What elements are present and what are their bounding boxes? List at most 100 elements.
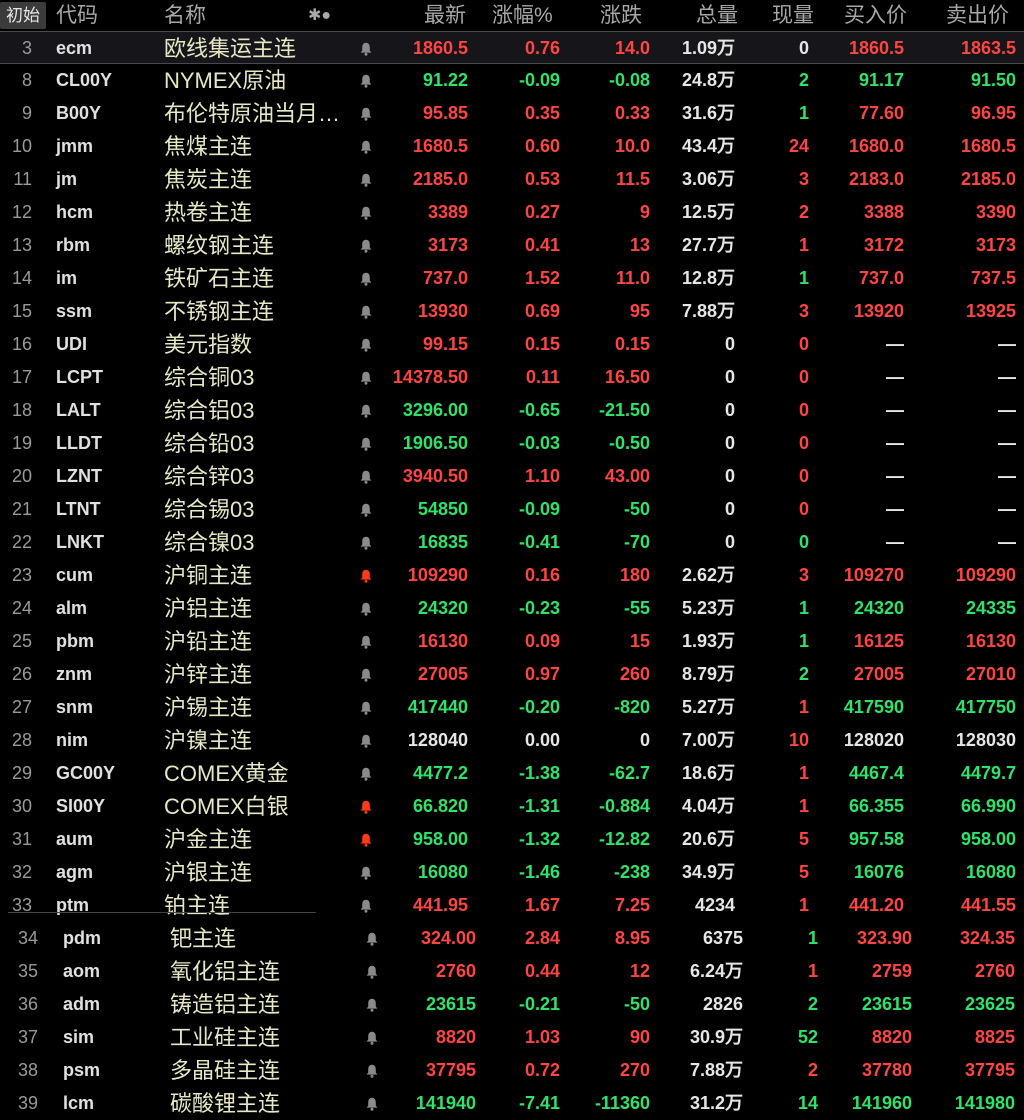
bell-icon[interactable] [360, 305, 372, 319]
bell-icon[interactable] [360, 206, 372, 220]
table-row[interactable]: 17 LCPT 综合铜03 14378.50 0.11 16.50 0 0 — — [0, 361, 1024, 394]
bell-icon[interactable] [360, 734, 372, 748]
bell-icon[interactable] [360, 866, 372, 880]
bell-icon[interactable] [360, 767, 372, 781]
header-bid[interactable]: 买入价 [844, 0, 907, 31]
table-row[interactable]: 18 LALT 综合铝03 3296.00 -0.65 -21.50 0 0 — — [0, 394, 1024, 427]
bell-icon[interactable] [360, 536, 372, 550]
bell-icon[interactable] [360, 404, 372, 418]
init-button[interactable]: 初始 [0, 2, 46, 29]
bell-icon[interactable] [360, 470, 372, 484]
bell-icon[interactable] [360, 701, 372, 715]
table-row[interactable]: 29 GC00Y COMEX黄金 4477.2 -1.38 -62.7 18.6万 1 4467… [0, 757, 1024, 790]
bell-icon[interactable] [366, 932, 378, 946]
table-row[interactable]: 20 LZNT 综合锌03 3940.50 1.10 43.00 0 0 — — [0, 460, 1024, 493]
header-name[interactable]: 名称 [164, 0, 206, 31]
cell-code: ssm [56, 301, 93, 321]
cell-cur: 52 [797, 1027, 818, 1047]
table-row[interactable]: 35 aom 氧化铝主连 2760 0.44 12 6.24万 1 2759 2760 [0, 955, 1024, 988]
table-row[interactable]: 11 jm 焦炭主连 2185.0 0.53 11.5 3.06万 3 2183.0 2185.0 [0, 163, 1024, 196]
bell-icon[interactable] [360, 239, 372, 253]
cell-cur: 3 [798, 301, 809, 321]
table-row[interactable]: 9 B00Y 布伦特原油当月… 95.85 0.35 0.33 31.6万 1 77.60 96.… [0, 97, 1024, 130]
table-row[interactable]: 15 ssm 不锈钢主连 13930 0.69 95 7.88万 3 13920 13925 [0, 295, 1024, 328]
table-row[interactable]: 39 lcm 碳酸锂主连 141940 -7.41 -11360 31.2万 14 141960… [0, 1087, 1024, 1120]
table-row[interactable]: 31 aum 沪金主连 958.00 -1.32 -12.82 20.6万 5 957.58 95… [0, 823, 1024, 856]
table-row[interactable]: 33 ptm 铂主连 441.95 1.67 7.25 4234 1 441.20 441.55 [0, 889, 1024, 922]
cell-pct: 0.15 [524, 334, 560, 354]
cell-vol: 0 [724, 433, 735, 453]
header-pct[interactable]: 涨幅% [492, 0, 553, 31]
bell-icon[interactable] [360, 107, 372, 121]
bell-icon[interactable] [360, 503, 372, 517]
cell-idx: 29 [11, 763, 32, 783]
bell-icon[interactable] [360, 74, 372, 88]
table-row[interactable]: 12 hcm 热卷主连 3389 0.27 9 12.5万 2 3388 3390 [0, 196, 1024, 229]
table-row[interactable]: 14 im 铁矿石主连 737.0 1.52 11.0 12.8万 1 737.0 737.5 [0, 262, 1024, 295]
cell-vol: 31.6万 [681, 103, 735, 123]
bell-icon[interactable] [360, 668, 372, 682]
bell-icon[interactable] [360, 140, 372, 154]
cell-idx: 35 [17, 961, 38, 981]
header-change[interactable]: 涨跌 [600, 0, 642, 31]
bell-alert-icon[interactable] [360, 800, 372, 814]
bell-icon[interactable] [360, 437, 372, 451]
table-row[interactable]: 22 LNKT 综合镍03 16835 -0.41 -70 0 0 — — [0, 526, 1024, 559]
cell-pct: -1.31 [518, 796, 560, 816]
cell-bid: 37780 [861, 1060, 912, 1080]
table-row[interactable]: 23 cum 沪铜主连 109290 0.16 180 2.62万 3 109270 109290 [0, 559, 1024, 592]
bell-icon[interactable] [366, 965, 378, 979]
bell-icon[interactable] [360, 635, 372, 649]
cell-name: 螺纹钢主连 [164, 233, 275, 258]
cell-bid: 3172 [863, 235, 904, 255]
cell-pct: 0.97 [524, 664, 560, 684]
table-row[interactable]: 10 jmm 焦煤主连 1680.5 0.60 10.0 43.4万 24 1680.0 1680… [0, 130, 1024, 163]
header-ask[interactable]: 卖出价 [946, 0, 1009, 31]
bell-icon[interactable] [366, 1064, 378, 1078]
table-row[interactable]: 27 snm 沪锡主连 417440 -0.20 -820 5.27万 1 417590 4177… [0, 691, 1024, 724]
bell-icon[interactable] [366, 1097, 378, 1111]
cell-name: 碳酸锂主连 [170, 1091, 281, 1116]
table-row[interactable]: 24 alm 沪铝主连 24320 -0.23 -55 5.23万 1 24320 24335 [0, 592, 1024, 625]
table-row[interactable]: 36 adm 铸造铝主连 23615 -0.21 -50 2826 2 23615 23625 [0, 988, 1024, 1021]
bell-icon[interactable] [360, 602, 372, 616]
table-row[interactable]: 32 agm 沪银主连 16080 -1.46 -238 34.9万 5 16076 16080 [0, 856, 1024, 889]
cell-bid: 2759 [871, 961, 912, 981]
bell-icon[interactable] [360, 338, 372, 352]
bell-icon[interactable] [366, 1031, 378, 1045]
table-row[interactable]: 30 SI00Y COMEX白银 66.820 -1.31 -0.884 4.04万 1 66.… [0, 790, 1024, 823]
cell-name: 铸造铝主连 [170, 992, 281, 1017]
header-last[interactable]: 最新 [424, 0, 466, 31]
table-row[interactable]: 25 pbm 沪铅主连 16130 0.09 15 1.93万 1 16125 16130 [0, 625, 1024, 658]
cell-vol: 12.5万 [681, 202, 735, 222]
bell-icon[interactable] [360, 173, 372, 187]
table-row[interactable]: 37 sim 工业硅主连 8820 1.03 90 30.9万 52 8820 8825 [0, 1021, 1024, 1054]
cell-cur: 1 [798, 763, 809, 783]
cell-idx: 31 [11, 829, 32, 849]
bell-icon[interactable] [360, 899, 372, 913]
table-row[interactable]: 34 pdm 钯主连 324.00 2.84 8.95 6375 1 323.90 324.35 [0, 922, 1024, 955]
header-volume[interactable]: 总量 [696, 0, 738, 31]
table-row[interactable]: 21 LTNT 综合锡03 54850 -0.09 -50 0 0 — — [0, 493, 1024, 526]
cell-vol: 1.09万 [681, 38, 735, 58]
bell-icon[interactable] [366, 998, 378, 1012]
bell-icon[interactable] [360, 371, 372, 385]
cell-bid: 2183.0 [848, 169, 904, 189]
header-current-volume[interactable]: 现量 [772, 0, 814, 31]
cell-ask: — [998, 466, 1016, 486]
bell-icon[interactable] [360, 272, 372, 286]
table-row[interactable]: 19 LLDT 综合铅03 1906.50 -0.03 -0.50 0 0 — — [0, 427, 1024, 460]
bell-alert-icon[interactable] [360, 833, 372, 847]
bell-icon[interactable] [360, 42, 372, 56]
header-code[interactable]: 代码 [56, 0, 98, 31]
table-row[interactable]: 38 psm 多晶硅主连 37795 0.72 270 7.88万 2 37780 37795 [0, 1054, 1024, 1087]
table-row[interactable]: 26 znm 沪锌主连 27005 0.97 260 8.79万 2 27005 27010 [0, 658, 1024, 691]
table-row[interactable]: 28 nim 沪镍主连 128040 0.00 0 7.00万 10 128020 128030 [0, 724, 1024, 757]
table-row[interactable]: 3 ecm 欧线集运主连 1860.5 0.76 14.0 1.09万 0 1860.5 1863… [0, 31, 1024, 64]
table-row[interactable]: 13 rbm 螺纹钢主连 3173 0.41 13 27.7万 1 3172 3173 [0, 229, 1024, 262]
table-row[interactable]: 16 UDI 美元指数 99.15 0.15 0.15 0 0 — — [0, 328, 1024, 361]
table-row[interactable]: 8 CL00Y NYMEX原油 91.22 -0.09 -0.08 24.8万 2 91.17 9… [0, 64, 1024, 97]
bell-alert-icon[interactable] [360, 569, 372, 583]
cell-bid: 77.60 [858, 103, 904, 123]
header-icons[interactable]: ✱● [308, 0, 331, 31]
